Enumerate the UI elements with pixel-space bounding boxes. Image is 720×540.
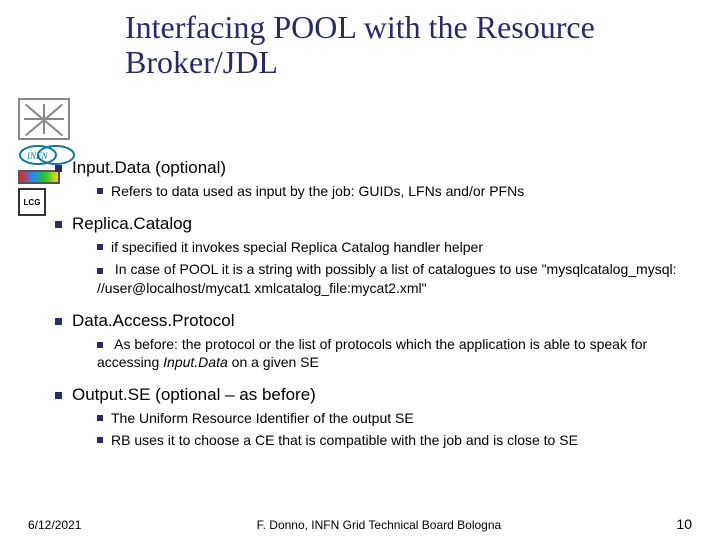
- footer-author: F. Donno, INFN Grid Technical Board Bolo…: [257, 518, 502, 532]
- inputdata-sub1: Refers to data used as input by the job:…: [111, 182, 524, 200]
- outputse-sub1: The Uniform Resource Identifier of the o…: [111, 409, 414, 427]
- footer-page-number: 10: [676, 516, 692, 532]
- bullet-icon: [97, 268, 103, 274]
- outputse-sub2: RB uses it to choose a CE that is compat…: [111, 431, 578, 449]
- bullet-icon: [55, 392, 62, 399]
- replica-sub1: if specified it invokes special Replica …: [111, 238, 483, 256]
- heading-replica: Replica.Catalog: [72, 214, 192, 234]
- grid-bar-logo-icon: [18, 170, 60, 184]
- lcg-logo-icon: LCG: [18, 188, 46, 216]
- slide: Interfacing POOL with the Resource Broke…: [0, 0, 720, 540]
- bullet-icon: [55, 221, 62, 228]
- slide-title: Interfacing POOL with the Resource Broke…: [125, 10, 685, 80]
- bullet-icon: [97, 244, 103, 250]
- bullet-icon: [55, 165, 62, 172]
- bullet-icon: [97, 437, 103, 443]
- section-inputdata: Input.Data (optional) Refers to data use…: [55, 158, 690, 200]
- footer-date: 6/12/2021: [28, 518, 81, 532]
- dap-sub1-c: on a given SE: [228, 354, 319, 370]
- section-replica: Replica.Catalog if specified it invokes …: [55, 214, 690, 297]
- lcg-logo-label: LCG: [24, 198, 41, 207]
- section-outputse: Output.SE (optional – as before) The Uni…: [55, 385, 690, 449]
- bullet-icon: [97, 342, 103, 348]
- bullet-icon: [97, 188, 103, 194]
- heading-dap: Data.Access.Protocol: [72, 311, 235, 331]
- bullet-icon: [55, 318, 62, 325]
- footer: 6/12/2021 F. Donno, INFN Grid Technical …: [0, 516, 720, 532]
- section-dap: Data.Access.Protocol As before: the prot…: [55, 311, 690, 371]
- dap-sub1-b: Input.Data: [163, 354, 228, 370]
- datagrid-logo-icon: [18, 98, 70, 140]
- svg-text:INFN: INFN: [26, 151, 48, 161]
- replica-sub2: In case of POOL it is a string with poss…: [97, 261, 676, 295]
- heading-outputse: Output.SE (optional – as before): [72, 385, 316, 405]
- bullet-icon: [97, 415, 103, 421]
- heading-inputdata: Input.Data (optional): [72, 158, 226, 178]
- slide-body: Input.Data (optional) Refers to data use…: [55, 158, 690, 454]
